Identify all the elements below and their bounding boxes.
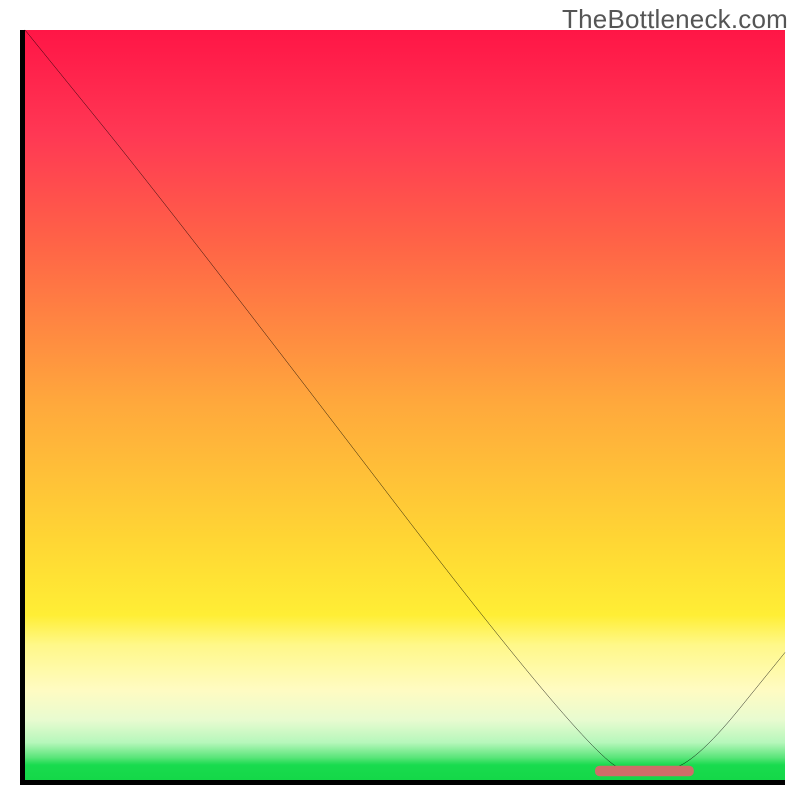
chart-container: TheBottleneck.com (0, 0, 800, 800)
plot-area (20, 30, 785, 785)
optimal-range-marker (25, 30, 785, 780)
